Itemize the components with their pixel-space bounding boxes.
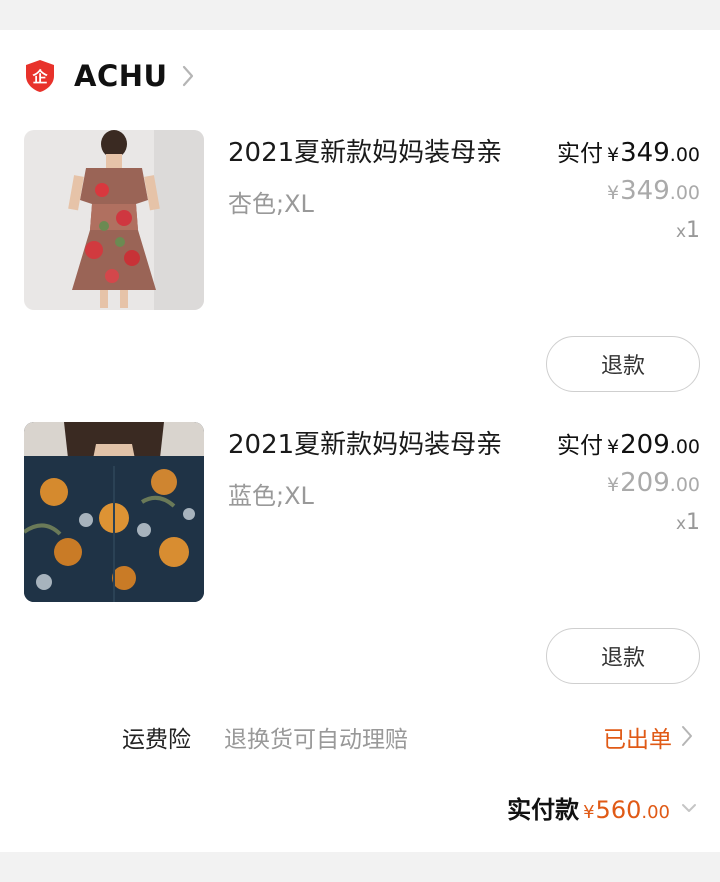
chevron-right-icon[interactable] — [680, 724, 694, 748]
paid-price-int: 209 — [620, 430, 670, 460]
original-price: ¥ 209 .00 — [603, 468, 700, 498]
insurance-label: 运费险 — [122, 727, 191, 753]
refund-button[interactable]: 退款 — [546, 336, 700, 392]
currency-symbol: ¥ — [607, 474, 620, 496]
order-card: 企 ACHU 2021夏新款妈妈装母亲 杏色;XL 实付 ¥ 349 .00 ¥… — [0, 30, 720, 852]
total-amount-dec: .00 — [641, 802, 670, 823]
product-sku: 杏色;XL — [228, 190, 314, 218]
shop-name[interactable]: ACHU — [74, 59, 168, 93]
quantity-value: 1 — [686, 510, 700, 535]
insurance-description: 退换货可自动理赔 — [224, 727, 408, 753]
chevron-right-icon[interactable] — [180, 63, 196, 89]
order-item[interactable]: 2021夏新款妈妈装母亲 杏色;XL 实付 ¥ 349 .00 ¥ 349 .0… — [0, 130, 720, 400]
original-price-int: 209 — [620, 468, 670, 498]
paid-label: 实付 — [557, 433, 604, 459]
paid-price-dec: .00 — [669, 436, 700, 458]
shipping-insurance-row[interactable]: 运费险 退换货可自动理赔 已出单 — [0, 716, 720, 756]
insurance-status[interactable]: 已出单 — [603, 720, 672, 754]
paid-price: 实付 ¥ 209 .00 — [557, 426, 700, 460]
paid-price-dec: .00 — [669, 144, 700, 166]
currency-symbol: ¥ — [607, 182, 620, 204]
total-amount-int: 560 — [595, 796, 642, 824]
product-title[interactable]: 2021夏新款妈妈装母亲 — [228, 132, 502, 169]
order-item[interactable]: 2021夏新款妈妈装母亲 蓝色;XL 实付 ¥ 209 .00 ¥ 209 .0… — [0, 422, 720, 692]
quantity-value: 1 — [686, 218, 700, 243]
enterprise-shield-icon: 企 — [26, 60, 54, 92]
quantity-prefix: x — [675, 514, 686, 534]
product-thumbnail[interactable] — [24, 422, 204, 602]
refund-button[interactable]: 退款 — [546, 628, 700, 684]
original-price: ¥ 349 .00 — [603, 176, 700, 206]
paid-label: 实付 — [557, 141, 604, 167]
original-price-dec: .00 — [669, 182, 700, 204]
paid-price: 实付 ¥ 349 .00 — [557, 134, 700, 168]
total-label: 实付款 — [507, 796, 580, 824]
currency-symbol: ¥ — [607, 436, 620, 458]
original-price-int: 349 — [620, 176, 670, 206]
shop-header[interactable]: 企 ACHU — [24, 58, 196, 94]
quantity: x 1 — [676, 218, 700, 243]
chevron-down-icon[interactable] — [680, 802, 698, 814]
currency-symbol: ¥ — [583, 802, 595, 823]
paid-price-int: 349 — [620, 138, 670, 168]
currency-symbol: ¥ — [607, 144, 620, 166]
quantity-prefix: x — [675, 222, 686, 242]
badge-glyph: 企 — [31, 68, 48, 86]
quantity: x 1 — [676, 510, 700, 535]
product-title[interactable]: 2021夏新款妈妈装母亲 — [228, 424, 502, 461]
order-total[interactable]: 实付款 ¥ 560 .00 — [507, 790, 698, 825]
product-sku: 蓝色;XL — [228, 482, 314, 510]
product-thumbnail[interactable] — [24, 130, 204, 310]
original-price-dec: .00 — [669, 474, 700, 496]
